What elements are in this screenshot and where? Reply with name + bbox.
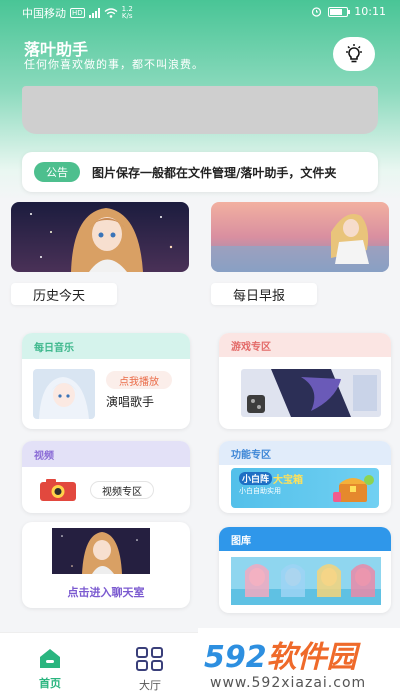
tab-lobby[interactable]: 大厅 bbox=[125, 647, 175, 693]
functions-card[interactable]: 功能专区 小白阵 大宝箱 小白自助实用 bbox=[219, 441, 391, 513]
lightbulb-icon bbox=[346, 44, 362, 63]
functions-banner: 小白阵 大宝箱 小白自助实用 bbox=[231, 468, 379, 508]
play-music-button[interactable]: 点我播放 bbox=[106, 371, 172, 389]
watermark-brand: 592软件园 bbox=[204, 640, 357, 675]
games-title: 游戏专区 bbox=[219, 333, 391, 357]
alarm-icon bbox=[312, 7, 322, 17]
network-speed: 1.2 K/s bbox=[122, 6, 133, 20]
announcement-text: 图片保存一般都在文件管理/落叶助手，文件夹 bbox=[92, 165, 337, 180]
daily-music-title: 每日音乐 bbox=[22, 333, 190, 359]
history-today-label[interactable]: 历史今天 bbox=[11, 283, 117, 305]
status-bar: 中国移动 HD 1.2 K/s 10:11 bbox=[0, 0, 400, 24]
tab-home-label: 首页 bbox=[39, 677, 61, 690]
app-subtitle: 任何你喜欢做的事，都不叫浪费。 bbox=[24, 58, 204, 71]
announcement-bar[interactable]: 公告 图片保存一般都在文件管理/落叶助手，文件夹 bbox=[22, 152, 378, 192]
enter-chat-link[interactable]: 点击进入聊天室 bbox=[22, 584, 190, 600]
video-card[interactable]: 视频 视频专区 bbox=[22, 441, 190, 513]
camera-icon bbox=[40, 479, 76, 501]
xiaobaizhen-label: 小白阵 bbox=[239, 472, 273, 485]
theme-toggle-button[interactable] bbox=[333, 37, 375, 71]
video-zone-button[interactable]: 视频专区 bbox=[90, 481, 154, 499]
gallery-preview-image bbox=[231, 557, 381, 605]
home-icon bbox=[40, 649, 60, 668]
battery-icon bbox=[328, 6, 351, 17]
status-right: 10:11 bbox=[311, 5, 386, 18]
functions-caption: 小白自助实用 bbox=[239, 487, 281, 495]
gallery-card[interactable]: 图库 bbox=[219, 527, 391, 613]
daily-news-image[interactable] bbox=[211, 202, 389, 272]
chat-room-image bbox=[52, 528, 150, 574]
banner-placeholder[interactable] bbox=[22, 86, 378, 134]
tab-lobby-label: 大厅 bbox=[139, 679, 161, 692]
daily-music-card[interactable]: 每日音乐 点我播放 演唱歌手 bbox=[22, 333, 190, 429]
history-today-image[interactable] bbox=[11, 202, 189, 272]
video-title: 视频 bbox=[22, 441, 190, 467]
treasure-chest-icon bbox=[333, 475, 374, 502]
daily-news-label[interactable]: 每日早报 bbox=[211, 283, 317, 305]
site-watermark: 592软件园 www.592xiazai.com bbox=[198, 628, 400, 700]
hd-badge: HD bbox=[70, 8, 85, 18]
music-cover-image bbox=[33, 369, 95, 419]
announcement-tag: 公告 bbox=[34, 162, 80, 182]
gallery-title: 图库 bbox=[219, 527, 391, 551]
watermark-url: www.592xiazai.com bbox=[210, 675, 367, 691]
games-banner-image bbox=[241, 369, 381, 417]
carrier-label: 中国移动 bbox=[22, 7, 66, 20]
tab-home[interactable]: 首页 bbox=[25, 647, 75, 691]
grid-icon bbox=[136, 647, 163, 671]
cell-signal-icon bbox=[88, 8, 100, 18]
functions-title: 功能专区 bbox=[219, 441, 391, 465]
chat-room-card[interactable]: 点击进入聊天室 bbox=[22, 522, 190, 608]
wifi-icon bbox=[104, 8, 118, 18]
music-singer-label: 演唱歌手 bbox=[106, 395, 155, 409]
clock: 10:11 bbox=[354, 5, 386, 18]
status-left: 中国移动 HD 1.2 K/s bbox=[22, 5, 133, 21]
dabaoxiang-label: 大宝箱 bbox=[273, 475, 303, 486]
games-card[interactable]: 游戏专区 bbox=[219, 333, 391, 429]
speed-unit: K/s bbox=[121, 12, 133, 20]
